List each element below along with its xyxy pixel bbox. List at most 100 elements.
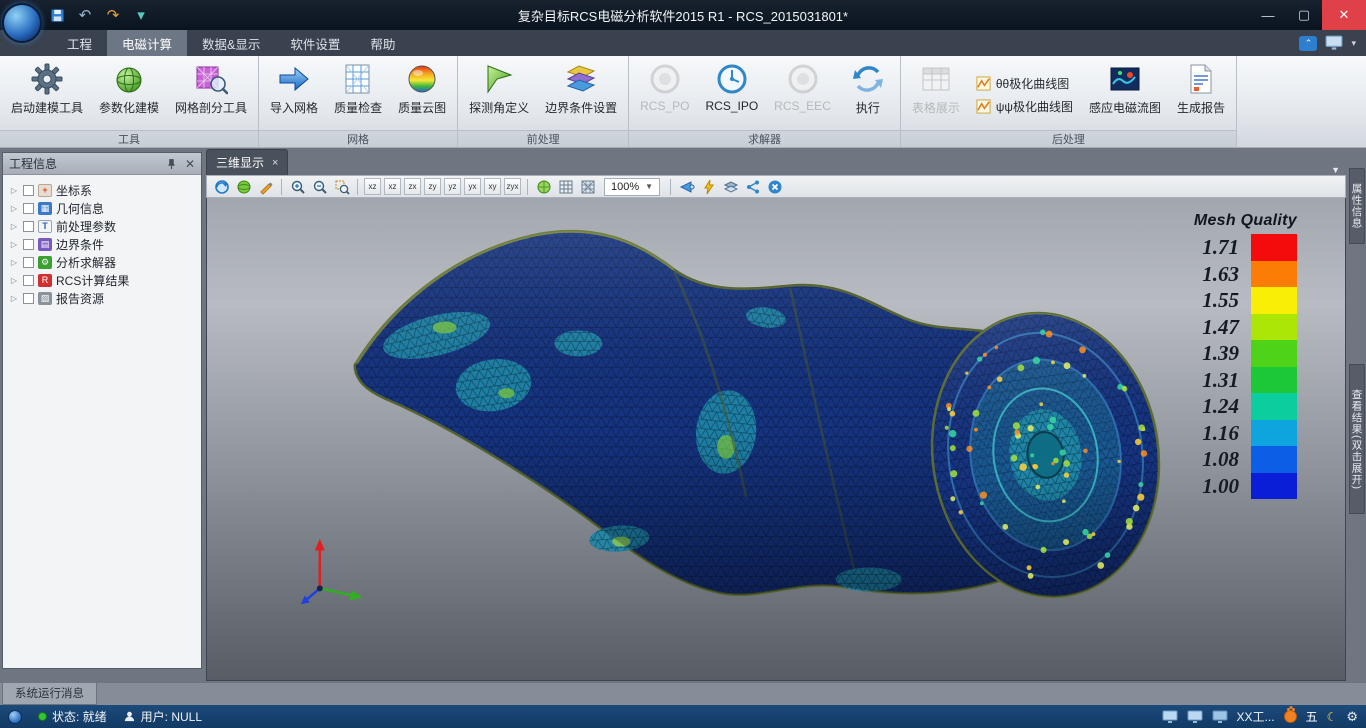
moon-icon[interactable]: ☾ xyxy=(1327,710,1338,724)
shading-mode-icon[interactable] xyxy=(534,177,553,196)
legend-color-swatch xyxy=(1251,234,1297,261)
view-button-3[interactable]: zx xyxy=(404,178,421,195)
view-button-5[interactable]: yz xyxy=(444,178,461,195)
tab-help[interactable]: 帮助 xyxy=(355,30,410,56)
camera-cone-icon[interactable] xyxy=(677,177,696,196)
tree-checkbox[interactable] xyxy=(23,185,34,196)
tree-item-report-resource[interactable]: ▷ 报告资源 xyxy=(7,289,201,307)
tree-checkbox[interactable] xyxy=(23,239,34,250)
tab-software-settings[interactable]: 软件设置 xyxy=(275,30,355,56)
status-app-icon xyxy=(8,710,22,724)
undo-button[interactable]: ↶ xyxy=(76,6,94,24)
save-button[interactable] xyxy=(48,6,66,24)
induced-em-current-map-button[interactable]: 感应电磁流图 xyxy=(1081,59,1169,130)
display-mode-icon[interactable] xyxy=(1325,35,1343,51)
zoom-out-icon[interactable] xyxy=(310,177,329,196)
close-view-icon[interactable] xyxy=(765,177,784,196)
expand-arrow-icon[interactable]: ▷ xyxy=(9,186,19,195)
layers-icon[interactable] xyxy=(721,177,740,196)
app-logo-icon[interactable] xyxy=(2,3,42,43)
tree-item-geometry-info[interactable]: ▷ 几何信息 xyxy=(7,199,201,217)
expand-arrow-icon[interactable]: ▷ xyxy=(9,258,19,267)
tray-gear-icon[interactable]: ⚙ xyxy=(1346,709,1358,725)
parametric-modeling-button[interactable]: 参数化建模 xyxy=(91,59,167,130)
tree-checkbox[interactable] xyxy=(23,203,34,214)
expand-arrow-icon[interactable]: ▷ xyxy=(9,204,19,213)
boundary-condition-icon xyxy=(38,238,52,251)
execute-button[interactable]: 执行 xyxy=(839,59,897,130)
probe-angle-button[interactable]: 探测角定义 xyxy=(461,59,537,130)
quality-cloud-button[interactable]: 质量云图 xyxy=(390,59,454,130)
dock-tab-properties[interactable]: 属性信息 xyxy=(1349,168,1365,244)
tree-item-coordinate-system[interactable]: ▷ 坐标系 xyxy=(7,181,201,199)
expand-arrow-icon[interactable]: ▷ xyxy=(9,276,19,285)
maximize-button[interactable]: ▢ xyxy=(1286,0,1322,30)
report-resource-icon xyxy=(38,292,52,305)
generate-report-button[interactable]: 生成报告 xyxy=(1169,59,1233,130)
legend-color-swatch xyxy=(1251,473,1297,500)
table-display-button[interactable]: 表格展示 xyxy=(904,59,968,130)
tab-project[interactable]: 工程 xyxy=(52,30,107,56)
probe-bolt-icon[interactable] xyxy=(699,177,718,196)
legend-color-swatch xyxy=(1251,340,1297,367)
orbit-icon[interactable] xyxy=(212,177,231,196)
minimize-button[interactable]: — xyxy=(1250,0,1286,30)
view-button-6[interactable]: yx xyxy=(464,178,481,195)
tree-item-rcs-result[interactable]: ▷ RCS计算结果 xyxy=(7,271,201,289)
solver-rcs-eec-button[interactable]: RCS_EEC xyxy=(766,59,839,130)
expand-arrow-icon[interactable]: ▷ xyxy=(9,294,19,303)
redo-button[interactable]: ↷ xyxy=(104,6,122,24)
tree-checkbox[interactable] xyxy=(23,293,34,304)
tray-app-text[interactable]: XX工... xyxy=(1237,708,1275,725)
zoom-level-select[interactable]: 100% ▼ xyxy=(604,178,660,196)
taskbar-window-icon[interactable] xyxy=(1212,710,1228,724)
psi-polarization-curve-button[interactable]: ψψ极化曲线图 xyxy=(976,98,1073,115)
taskbar-window-icon[interactable] xyxy=(1187,710,1203,724)
tab-list-dropdown-icon[interactable]: ▼ xyxy=(1331,165,1346,175)
qat-dropdown-icon[interactable]: ▾ xyxy=(132,6,150,24)
taskbar-window-icon[interactable] xyxy=(1162,710,1178,724)
mesh-display-icon[interactable] xyxy=(578,177,597,196)
collapse-ribbon-icon[interactable]: ⌃ xyxy=(1299,36,1317,51)
view-button-4[interactable]: zy xyxy=(424,178,441,195)
launch-modeling-tool-button[interactable]: 启动建模工具 xyxy=(3,59,91,130)
tab-3d-display[interactable]: 三维显示 × xyxy=(206,149,288,175)
display-dropdown-icon[interactable]: ▾ xyxy=(1351,38,1356,49)
solver-rcs-ipo-button[interactable]: RCS_IPO xyxy=(697,59,766,130)
zoom-extents-icon[interactable] xyxy=(332,177,351,196)
close-button[interactable]: ✕ xyxy=(1322,0,1366,30)
pin-icon[interactable] xyxy=(166,158,177,169)
view-button-1[interactable]: xz xyxy=(364,178,381,195)
edit-pencil-icon[interactable] xyxy=(256,177,275,196)
solver-rcs-po-button[interactable]: RCS_PO xyxy=(632,59,697,130)
tree-checkbox[interactable] xyxy=(23,275,34,286)
expand-arrow-icon[interactable]: ▷ xyxy=(9,222,19,231)
tab-data-display[interactable]: 数据&显示 xyxy=(187,30,275,56)
export-view-icon[interactable] xyxy=(743,177,762,196)
boundary-condition-settings-button[interactable]: 边界条件设置 xyxy=(537,59,625,130)
shaded-view-icon[interactable] xyxy=(234,177,253,196)
mesh-partition-tool-button[interactable]: 网格剖分工具 xyxy=(167,59,255,130)
import-mesh-button[interactable]: 导入网格 xyxy=(262,59,326,130)
tab-close-icon[interactable]: × xyxy=(272,157,278,169)
system-messages-tab[interactable]: 系统运行消息 xyxy=(2,683,97,705)
tree-checkbox[interactable] xyxy=(23,221,34,232)
viewport-3d-canvas[interactable]: Mesh Quality 1.71 1.63 1.55 1.47 1.39 1.… xyxy=(206,198,1346,681)
zoom-in-icon[interactable] xyxy=(288,177,307,196)
theta-polarization-curve-button[interactable]: θθ极化曲线图 xyxy=(976,75,1073,92)
tree-checkbox[interactable] xyxy=(23,257,34,268)
panel-close-icon[interactable]: ✕ xyxy=(185,158,195,170)
grid-display-icon[interactable] xyxy=(556,177,575,196)
ime-mode-label[interactable]: 五 xyxy=(1306,708,1318,725)
tree-item-preprocess-params[interactable]: ▷ 前处理参数 xyxy=(7,217,201,235)
view-button-2[interactable]: xz xyxy=(384,178,401,195)
dock-tab-view-results[interactable]: 查看结果(双击展开) xyxy=(1349,364,1365,514)
ime-paw-icon[interactable] xyxy=(1284,710,1297,723)
view-button-7[interactable]: xy xyxy=(484,178,501,195)
view-button-8[interactable]: zyx xyxy=(504,178,521,195)
expand-arrow-icon[interactable]: ▷ xyxy=(9,240,19,249)
quality-check-button[interactable]: 质量检查 xyxy=(326,59,390,130)
tree-item-analysis-solver[interactable]: ▷ 分析求解器 xyxy=(7,253,201,271)
tree-item-boundary-condition[interactable]: ▷ 边界条件 xyxy=(7,235,201,253)
tab-em-computation[interactable]: 电磁计算 xyxy=(107,30,187,56)
